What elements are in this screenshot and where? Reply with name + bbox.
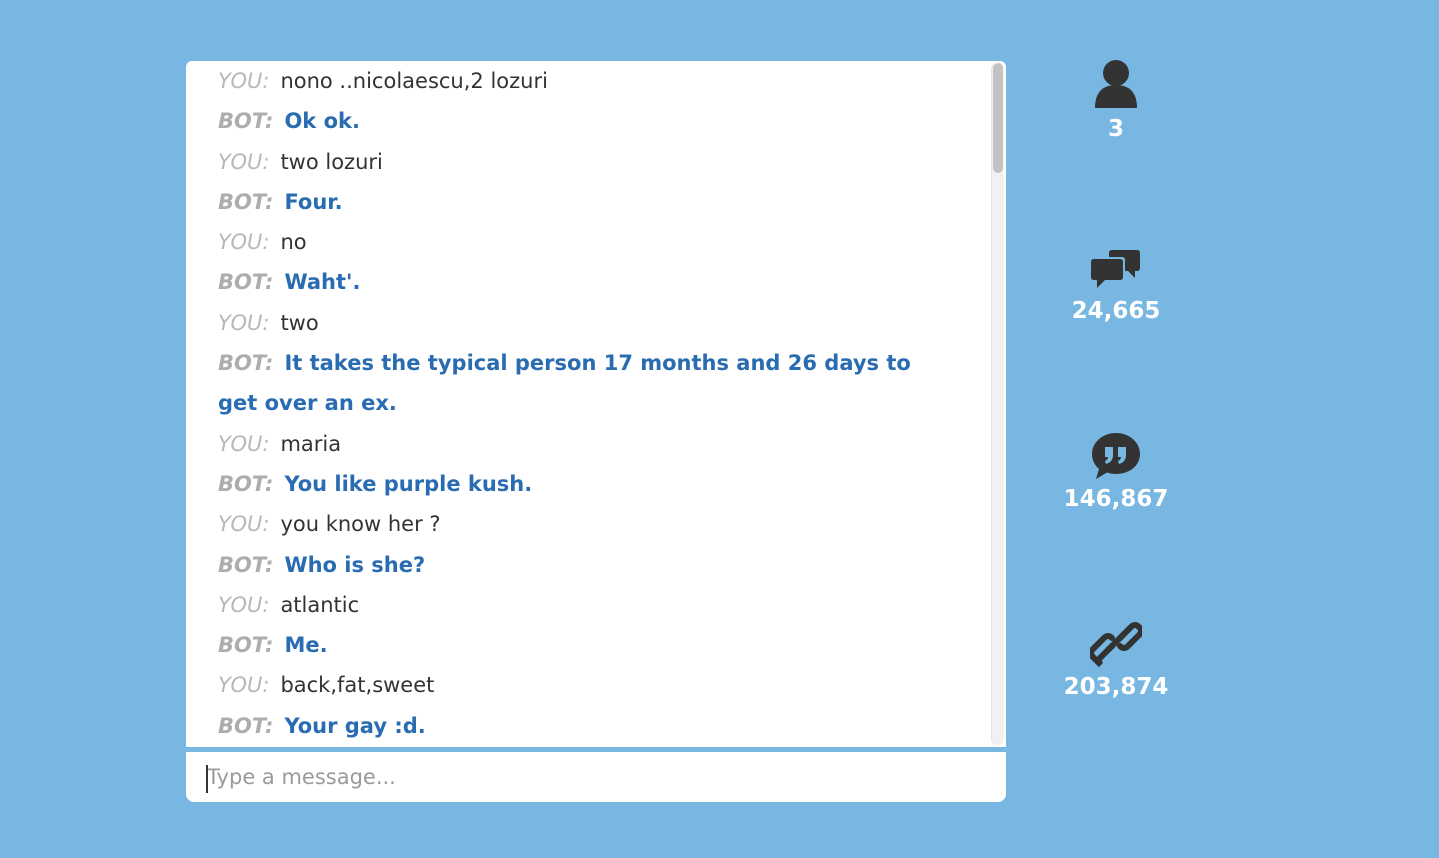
message-text: It takes the typical person 17 months an…: [218, 351, 911, 416]
speaker-label: BOT:: [218, 552, 274, 577]
chat-log-panel[interactable]: YOU: nono ..nicolaescu,2 lozuri BOT: Ok ok.…: [186, 61, 1006, 747]
bot-message: BOT: Your gay :d.: [218, 706, 918, 746]
bot-message: BOT: You like purple kush.: [218, 464, 918, 504]
speaker-label: BOT:: [218, 109, 274, 134]
user-message: YOU: atlantic: [218, 585, 918, 625]
speaker-label: YOU:: [218, 149, 270, 174]
message-text: Ok ok.: [284, 109, 360, 134]
message-text: atlantic: [280, 592, 360, 617]
speaker-label: YOU:: [218, 69, 270, 93]
message-text: nono ..nicolaescu,2 lozuri: [280, 69, 548, 93]
bot-message: BOT: Four.: [218, 182, 918, 222]
message-text: Your gay :d.: [284, 713, 426, 738]
stat-links-value: 203,874: [1063, 674, 1169, 700]
message-text: no: [280, 230, 307, 255]
user-message: YOU: two: [218, 303, 918, 343]
stat-conversations-value: 24,665: [1071, 298, 1161, 324]
speaker-label: BOT:: [218, 633, 274, 658]
message-text: Me.: [284, 633, 328, 658]
message-text: maria: [280, 431, 342, 456]
stat-links: 203,874: [1056, 616, 1176, 700]
stat-messages-value: 146,867: [1063, 486, 1169, 512]
bot-message: BOT: Waht'.: [218, 262, 918, 302]
stat-users: 3: [1056, 58, 1176, 142]
user-message: YOU: back,fat,sweet: [218, 665, 918, 705]
message-text: two: [280, 310, 319, 335]
user-message: YOU: maria: [218, 424, 918, 464]
stat-messages: 146,867: [1056, 432, 1176, 512]
speaker-label: YOU:: [218, 431, 270, 456]
chat-bubbles-icon: [1091, 250, 1140, 288]
message-text: You like purple kush.: [284, 471, 533, 496]
speaker-label: YOU:: [218, 512, 270, 537]
speaker-label: YOU:: [218, 592, 270, 617]
message-text: two lozuri: [280, 149, 383, 174]
speaker-label: YOU:: [218, 310, 270, 335]
user-message: YOU: you know her ?: [218, 504, 918, 544]
quote-bubble-icon: [1092, 433, 1140, 479]
message-text: Four.: [284, 189, 343, 214]
user-message: YOU: two lozuri: [218, 142, 918, 182]
speaker-label: BOT:: [218, 189, 274, 214]
message-text: Who is she?: [284, 552, 426, 577]
bot-message: BOT: Me.: [218, 625, 918, 665]
message-input-box[interactable]: [186, 752, 1006, 802]
link-icon: [1090, 622, 1142, 668]
user-icon: [1095, 60, 1137, 108]
speaker-label: BOT:: [218, 270, 274, 295]
message-text: back,fat,sweet: [280, 673, 435, 698]
speaker-label: YOU:: [218, 230, 270, 255]
message-input[interactable]: [205, 752, 985, 802]
scrollbar-thumb[interactable]: [993, 63, 1003, 173]
bot-message: BOT: It takes the typical person 17 month…: [218, 343, 918, 424]
stat-conversations: 24,665: [1056, 248, 1176, 324]
bot-message: BOT: Who is she?: [218, 545, 918, 585]
chat-log: YOU: nono ..nicolaescu,2 lozuri BOT: Ok ok.…: [186, 61, 992, 747]
chat-scrollbar[interactable]: [991, 63, 1004, 745]
user-message: YOU: no: [218, 222, 918, 262]
speaker-label: YOU:: [218, 673, 270, 698]
user-message: YOU: nono ..nicolaescu,2 lozuri: [218, 61, 918, 101]
speaker-label: BOT:: [218, 351, 274, 376]
message-text: you know her ?: [280, 512, 441, 537]
speaker-label: BOT:: [218, 713, 274, 738]
text-cursor: [206, 765, 208, 793]
bot-message: BOT: Ok ok.: [218, 101, 918, 141]
speaker-label: BOT:: [218, 471, 274, 496]
stat-users-value: 3: [1107, 116, 1124, 142]
message-text: Waht'.: [284, 270, 361, 295]
